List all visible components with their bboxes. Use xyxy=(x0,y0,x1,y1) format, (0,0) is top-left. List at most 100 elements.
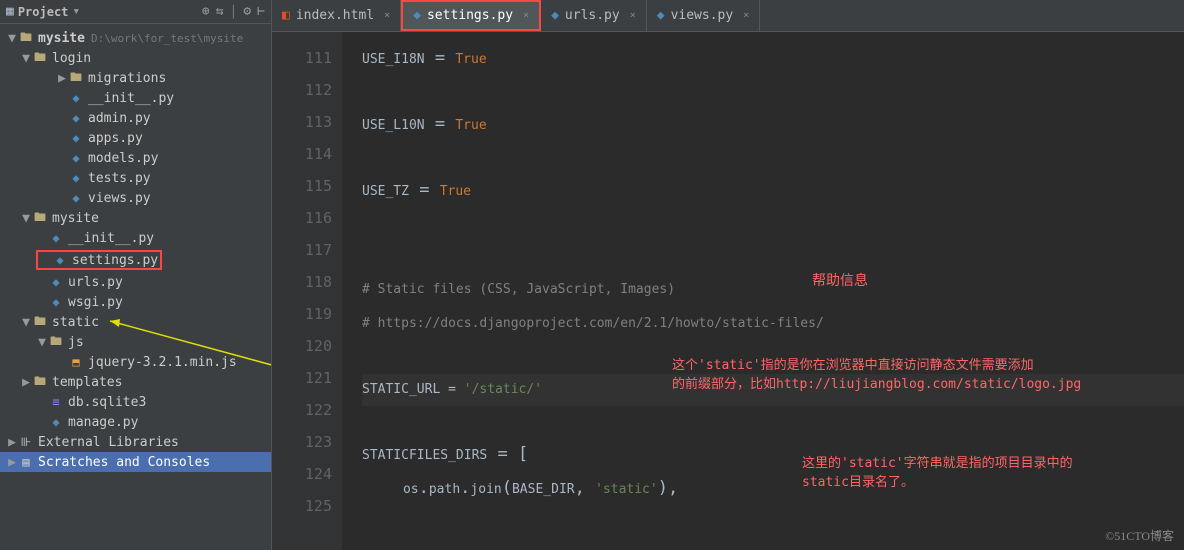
html-icon: ◧ xyxy=(282,8,290,23)
tree-label: __init__.py xyxy=(88,91,174,106)
editor-panel: ◧ index.html × ◆ settings.py × ◆ urls.py × ◆ views… xyxy=(272,0,1184,550)
tree-file-manage[interactable]: ◆ manage.py xyxy=(0,412,271,432)
tree-folder-js[interactable]: ▼🖿 js xyxy=(0,332,271,352)
tree-folder-login[interactable]: ▼🖿 login xyxy=(0,48,271,68)
tab-label: urls.py xyxy=(565,8,620,23)
tab-label: settings.py xyxy=(427,8,513,23)
editor-tabs: ◧ index.html × ◆ settings.py × ◆ urls.py × ◆ views… xyxy=(272,0,1184,32)
tree-label: db.sqlite3 xyxy=(68,395,146,410)
tree-item[interactable]: ◆ __init__.py xyxy=(0,88,271,108)
library-icon: ⊪ xyxy=(18,434,34,450)
tree-label: settings.py xyxy=(72,253,158,268)
gear-icon[interactable]: ⚙ xyxy=(243,4,251,19)
python-icon: ◆ xyxy=(52,252,68,268)
folder-icon: 🖿 xyxy=(32,50,48,66)
sidebar-title: Project xyxy=(18,5,69,19)
python-icon: ◆ xyxy=(657,8,665,23)
tree-folder-mysite[interactable]: ▼🖿 mysite xyxy=(0,208,271,228)
tree-label: jquery-3.2.1.min.js xyxy=(88,355,237,370)
tree-label: views.py xyxy=(88,191,151,206)
tree-label: admin.py xyxy=(88,111,151,126)
tree-label: js xyxy=(68,335,84,350)
tab-label: index.html xyxy=(296,8,374,23)
tree-item[interactable]: ◆ __init__.py xyxy=(0,228,271,248)
annotation-line: static目录名了。 xyxy=(802,471,1073,490)
folder-icon: 🖿 xyxy=(32,210,48,226)
project-tree: ▼🖿 mysite D:\work\for_test\mysite ▼🖿 log… xyxy=(0,24,271,550)
watermark: ©51CTO博客 xyxy=(1105,527,1174,544)
tree-label: tests.py xyxy=(88,171,151,186)
editor-tab[interactable]: ◆ settings.py × xyxy=(401,0,541,31)
db-icon: ≡ xyxy=(48,394,64,410)
tree-path: D:\work\for_test\mysite xyxy=(91,32,243,45)
python-icon: ◆ xyxy=(68,190,84,206)
python-icon: ◆ xyxy=(68,110,84,126)
python-icon: ◆ xyxy=(413,8,421,23)
python-icon: ◆ xyxy=(48,274,64,290)
tree-folder-static[interactable]: ▼🖿 static xyxy=(0,312,271,332)
annotation-static-dir: 这里的'static'字符串就是指的项目目录中的 static目录名了。 xyxy=(802,452,1073,490)
tree-label: wsgi.py xyxy=(68,295,123,310)
folder-icon: 🖿 xyxy=(32,314,48,330)
editor-tab[interactable]: ◆ views.py × xyxy=(647,0,760,31)
python-icon: ◆ xyxy=(68,170,84,186)
tree-file-db[interactable]: ≡ db.sqlite3 xyxy=(0,392,271,412)
tree-item[interactable]: ◆ urls.py xyxy=(0,272,271,292)
locate-icon[interactable]: ⊕ xyxy=(202,4,210,19)
tree-label: apps.py xyxy=(88,131,143,146)
tree-item[interactable]: ▶🖿migrations xyxy=(0,68,271,88)
annotation-line: 这里的'static'字符串就是指的项目目录中的 xyxy=(802,452,1073,471)
tree-item[interactable]: ◆ settings.py xyxy=(0,248,271,272)
annotation-line: 的前缀部分，比如http://liujiangblog.com/static/l… xyxy=(672,373,1081,392)
python-icon: ◆ xyxy=(68,150,84,166)
tree-label: urls.py xyxy=(68,275,123,290)
python-icon: ◆ xyxy=(48,230,64,246)
python-icon: ◆ xyxy=(68,90,84,106)
python-icon: ◆ xyxy=(551,8,559,23)
tree-label: models.py xyxy=(88,151,158,166)
annotation-line: 这个'static'指的是你在浏览器中直接访问静态文件需要添加 xyxy=(672,354,1081,373)
tree-scratches[interactable]: ▶▤ Scratches and Consoles xyxy=(0,452,271,472)
tree-label: migrations xyxy=(88,71,166,86)
tree-item[interactable]: ◆ models.py xyxy=(0,148,271,168)
close-icon[interactable]: × xyxy=(630,10,636,21)
python-icon: ◆ xyxy=(48,294,64,310)
tab-label: views.py xyxy=(671,8,734,23)
python-icon: ◆ xyxy=(68,130,84,146)
python-icon: ◆ xyxy=(48,414,64,430)
tree-root[interactable]: ▼🖿 mysite D:\work\for_test\mysite xyxy=(0,28,271,48)
js-icon: ⬒ xyxy=(68,354,84,370)
folder-icon: 🖿 xyxy=(68,70,84,86)
tree-item[interactable]: ◆ admin.py xyxy=(0,108,271,128)
project-sidebar: ▦ Project ▾ ⊕ ⇆ | ⚙ ⊢ ▼🖿 mysite D:\work\… xyxy=(0,0,272,550)
tree-file-jquery[interactable]: ⬒ jquery-3.2.1.min.js xyxy=(0,352,271,372)
tree-external-libs[interactable]: ▶⊪ External Libraries xyxy=(0,432,271,452)
editor-tab[interactable]: ◆ urls.py × xyxy=(541,0,647,31)
tree-label: login xyxy=(52,51,91,66)
folder-icon: 🖿 xyxy=(32,374,48,390)
sidebar-header: ▦ Project ▾ ⊕ ⇆ | ⚙ ⊢ xyxy=(0,0,271,24)
tree-label: __init__.py xyxy=(68,231,154,246)
tree-item[interactable]: ◆ wsgi.py xyxy=(0,292,271,312)
close-icon[interactable]: × xyxy=(523,10,529,21)
folder-icon: 🖿 xyxy=(18,30,34,46)
folder-icon: 🖿 xyxy=(48,334,64,350)
close-icon[interactable]: × xyxy=(384,10,390,21)
tree-label: Scratches and Consoles xyxy=(38,455,210,470)
dropdown-icon[interactable]: ▾ xyxy=(72,4,80,19)
tree-label: manage.py xyxy=(68,415,138,430)
editor-tab[interactable]: ◧ index.html × xyxy=(272,0,401,31)
line-gutter: 1111121131141151161171181191201211221231… xyxy=(272,32,342,550)
tree-item[interactable]: ◆ tests.py xyxy=(0,168,271,188)
hide-icon[interactable]: ⊢ xyxy=(257,4,265,19)
tree-label: External Libraries xyxy=(38,435,179,450)
collapse-icon[interactable]: ⇆ xyxy=(216,4,224,19)
code-area: 1111121131141151161171181191201211221231… xyxy=(272,32,1184,550)
close-icon[interactable]: × xyxy=(743,10,749,21)
tree-folder-templates[interactable]: ▶🖿 templates xyxy=(0,372,271,392)
tree-label: mysite xyxy=(52,211,99,226)
scratches-icon: ▤ xyxy=(18,454,34,470)
tree-item[interactable]: ◆ views.py xyxy=(0,188,271,208)
annotation-help: 帮助信息 xyxy=(812,270,868,290)
tree-item[interactable]: ◆ apps.py xyxy=(0,128,271,148)
